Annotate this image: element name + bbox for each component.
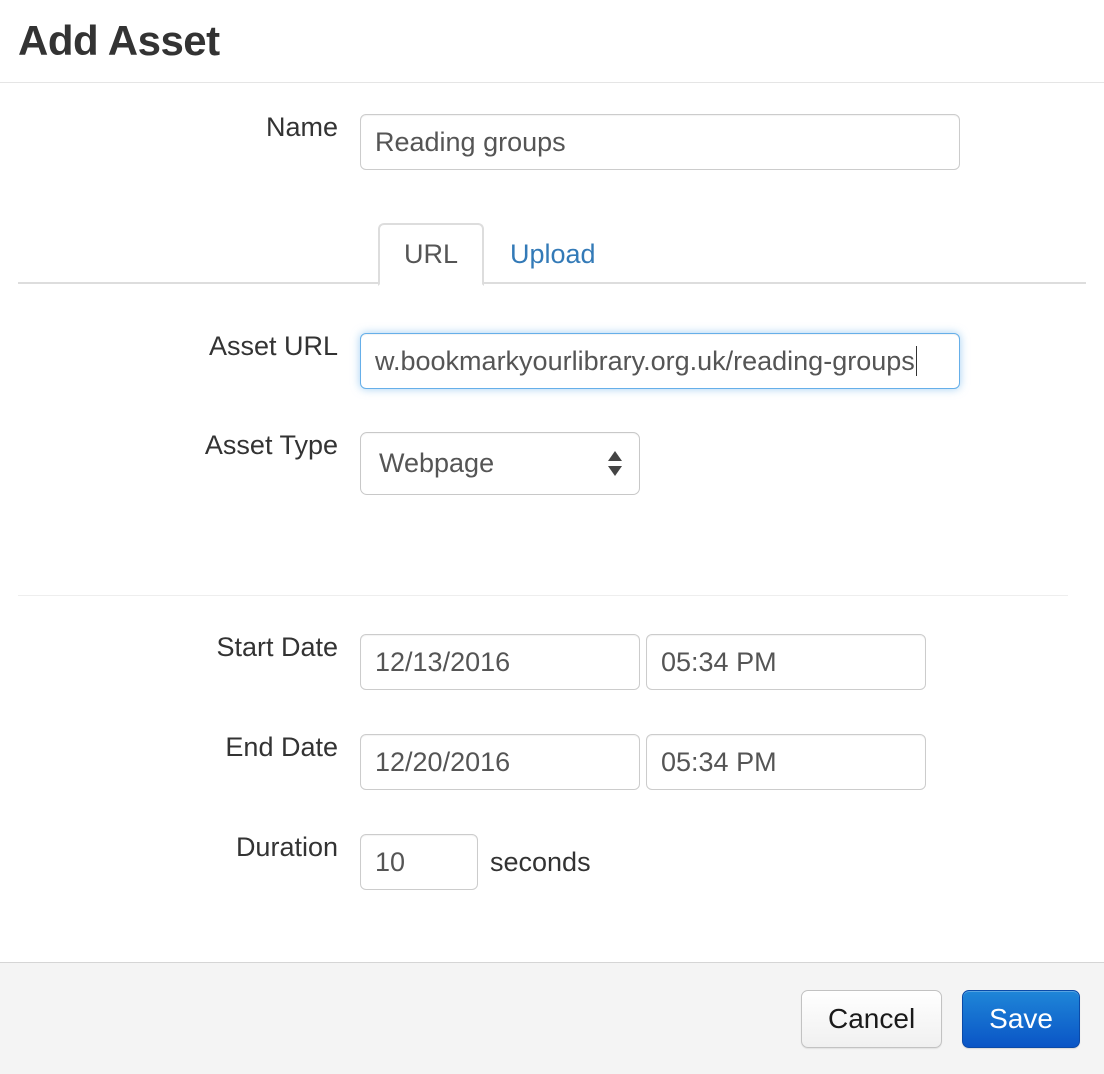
tab-list: URL Upload: [378, 221, 1086, 286]
end-date-label: End Date: [225, 732, 338, 762]
end-date-control-area: 12/20/2016 05:34 PM: [360, 734, 1086, 790]
asset-type-control-area: Webpage: [360, 432, 1086, 495]
start-date-input[interactable]: 12/13/2016: [360, 634, 640, 690]
start-time-input[interactable]: 05:34 PM: [646, 634, 926, 690]
start-date-label: Start Date: [216, 632, 338, 662]
asset-url-control-area: w.bookmarkyourlibrary.org.uk/reading-gro…: [360, 333, 1086, 389]
page-title: Add Asset: [18, 17, 220, 64]
modal-footer: Cancel Save: [0, 962, 1104, 1074]
form-row-tabs: URL Upload: [18, 221, 1086, 286]
start-date-control-area: 12/13/2016 05:34 PM: [360, 634, 1086, 690]
form-row-asset-url: Asset URL w.bookmarkyourlibrary.org.uk/r…: [18, 333, 1086, 389]
save-button[interactable]: Save: [962, 989, 1080, 1048]
cancel-button[interactable]: Cancel: [801, 989, 943, 1048]
end-time-input[interactable]: 05:34 PM: [646, 734, 926, 790]
add-asset-modal: Add Asset Name Reading groups URL Upload…: [0, 0, 1104, 1074]
asset-type-label: Asset Type: [204, 430, 338, 460]
form-row-end-date: End Date 12/20/2016 05:34 PM: [18, 734, 1086, 790]
asset-url-input[interactable]: w.bookmarkyourlibrary.org.uk/reading-gro…: [360, 333, 960, 389]
modal-body: Name Reading groups URL Upload Asset URL…: [0, 83, 1104, 962]
name-input[interactable]: Reading groups: [360, 114, 960, 170]
asset-type-select[interactable]: Webpage: [360, 432, 640, 495]
name-control-area: Reading groups: [360, 114, 1086, 170]
text-caret: [915, 346, 917, 376]
duration-input[interactable]: 10: [360, 834, 478, 890]
form-row-name: Name Reading groups: [18, 114, 1086, 170]
name-label: Name: [265, 112, 338, 142]
section-divider: [18, 595, 1068, 596]
asset-url-value: w.bookmarkyourlibrary.org.uk/reading-gro…: [375, 346, 915, 376]
tab-bar: URL Upload: [18, 221, 1086, 286]
form-row-duration: Duration 10 seconds: [18, 834, 1086, 890]
duration-unit-label: seconds: [490, 846, 591, 877]
asset-type-value: Webpage: [379, 448, 495, 478]
asset-url-label: Asset URL: [208, 331, 338, 361]
select-updown-arrows-icon: [607, 450, 623, 477]
form-row-start-date: Start Date 12/13/2016 05:34 PM: [18, 634, 1086, 690]
end-date-input[interactable]: 12/20/2016: [360, 734, 640, 790]
tab-upload[interactable]: Upload: [484, 223, 622, 286]
duration-label: Duration: [235, 832, 338, 862]
form-row-asset-type: Asset Type Webpage: [18, 432, 1086, 495]
tab-url[interactable]: URL: [378, 223, 485, 286]
modal-header: Add Asset: [0, 0, 1104, 83]
duration-control-area: 10 seconds: [360, 834, 1086, 890]
